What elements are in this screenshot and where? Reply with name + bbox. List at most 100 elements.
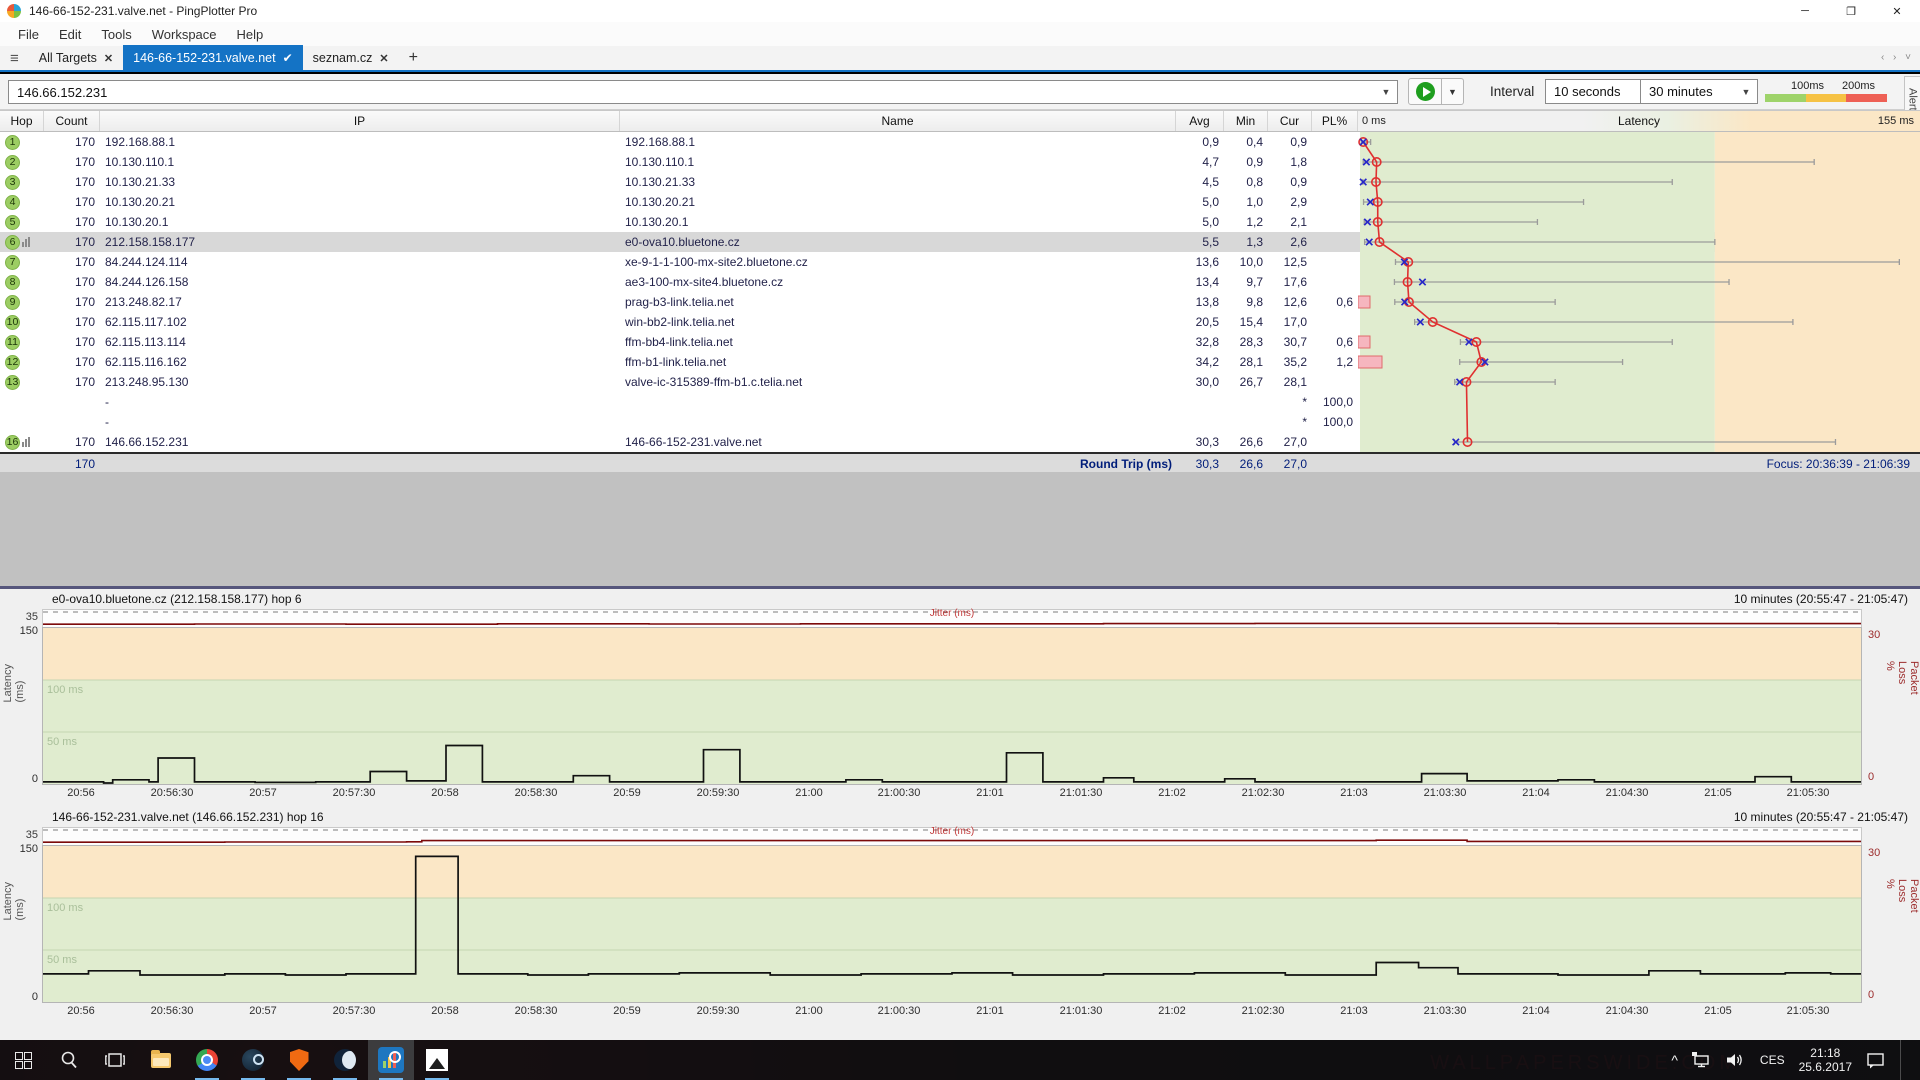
trace-table-header: HopCountIPNameAvgMinCurPL%0 msLatency155…: [0, 110, 1920, 132]
volume-icon[interactable]: [1726, 1052, 1746, 1068]
packet-loss-bar-hop-9: [1358, 296, 1370, 308]
taskbar-button-antivirus-shield[interactable]: [276, 1040, 322, 1080]
target-address-value[interactable]: 146.66.152.231: [9, 85, 1375, 100]
pingplotter-window: 146-66-152-231.valve.net - PingPlotter P…: [0, 0, 1920, 1080]
latency-axis-max: 150: [14, 843, 38, 855]
column-header-pl[interactable]: PL%: [1312, 111, 1358, 131]
minimize-button[interactable]: ─: [1782, 0, 1828, 22]
min-cell: [1224, 412, 1268, 432]
show-desktop-button[interactable]: [1900, 1040, 1906, 1080]
column-header-cur[interactable]: Cur: [1268, 111, 1312, 131]
column-header-latency[interactable]: 0 msLatency155 ms: [1358, 111, 1920, 131]
timeline-x-axis-hop6: 20:5620:56:3020:5720:57:3020:5820:58:302…: [42, 785, 1862, 801]
jitter-strip-hop16[interactable]: Jitter (ms): [42, 827, 1862, 845]
hop-cell: 1: [0, 132, 44, 152]
windows-taskbar: [0, 1040, 1920, 1080]
address-dropdown-arrow-icon[interactable]: ▼: [1375, 87, 1397, 97]
taskbar-button-daemon-tools[interactable]: [322, 1040, 368, 1080]
name-cell: 10.130.20.1: [620, 212, 1176, 232]
latency-scale-title: Latency: [1358, 114, 1920, 128]
jitter-trace-hop6: [43, 623, 1861, 624]
tab-seznam-cz[interactable]: seznam.cz✕: [303, 45, 399, 71]
hop-number-badge: 8: [5, 275, 20, 290]
x-tick-label: 20:58: [431, 1005, 459, 1017]
x-tick-label: 21:02:30: [1242, 787, 1285, 799]
tab-scroll-arrows[interactable]: ‹ › ˅: [1881, 52, 1914, 63]
avg-cell: 4,5: [1176, 172, 1224, 192]
photos-icon: [426, 1049, 448, 1071]
file-explorer-icon: [151, 1053, 171, 1068]
cur-cell: *: [1268, 412, 1312, 432]
x-tick-label: 21:01:30: [1060, 787, 1103, 799]
pl-cell: [1312, 252, 1358, 272]
tab-close-icon[interactable]: ✕: [104, 52, 113, 65]
menu-help[interactable]: Help: [227, 27, 274, 42]
chrome-icon: [196, 1049, 218, 1071]
timeline-plot-hop6[interactable]: 100 ms50 ms: [42, 627, 1862, 785]
column-header-hop[interactable]: Hop: [0, 111, 44, 131]
column-header-avg[interactable]: Avg: [1176, 111, 1224, 131]
column-header-name[interactable]: Name: [620, 111, 1176, 131]
min-cell: 0,4: [1224, 132, 1268, 152]
count-cell: 170: [44, 192, 100, 212]
taskbar-button-start[interactable]: [0, 1040, 46, 1080]
jitter-axis-label: Jitter (ms): [43, 826, 1861, 837]
cur-cell: 0,9: [1268, 172, 1312, 192]
new-tab-button[interactable]: +: [399, 49, 428, 67]
pl-cell: [1312, 192, 1358, 212]
pl-cell: [1312, 212, 1358, 232]
action-center-icon[interactable]: [1866, 1052, 1886, 1069]
hop-latency-graph[interactable]: [1358, 132, 1920, 452]
packet-loss-bar-hop-12: [1358, 356, 1382, 368]
tab-close-icon[interactable]: ✕: [379, 52, 388, 65]
tray-chevron-icon[interactable]: ^: [1671, 1052, 1678, 1068]
tab-label: All Targets: [39, 51, 97, 65]
x-tick-label: 20:56: [67, 787, 95, 799]
taskbar-button-photos[interactable]: [414, 1040, 460, 1080]
taskbar-button-steam[interactable]: [230, 1040, 276, 1080]
min-cell: 26,6: [1224, 432, 1268, 452]
packetloss-axis-max: 30: [1868, 629, 1880, 641]
column-header-count[interactable]: Count: [44, 111, 100, 131]
ip-cell: 10.130.110.1: [100, 152, 620, 172]
menu-file[interactable]: File: [8, 27, 49, 42]
legend-segment-2: [1846, 94, 1887, 102]
taskbar-button-pingplotter[interactable]: [368, 1040, 414, 1080]
tab-146-66-152-231-valve-net[interactable]: 146-66-152-231.valve.net✔: [123, 45, 303, 71]
close-button[interactable]: ✕: [1874, 0, 1920, 22]
avg-cell: 13,8: [1176, 292, 1224, 312]
count-cell: 170: [44, 132, 100, 152]
jitter-strip-hop6[interactable]: Jitter (ms): [42, 609, 1862, 627]
column-header-ip[interactable]: IP: [100, 111, 620, 131]
taskbar-button-search[interactable]: [46, 1040, 92, 1080]
maximize-button[interactable]: ❐: [1828, 0, 1874, 22]
x-tick-label: 21:01: [976, 1005, 1004, 1017]
count-cell: 170: [44, 332, 100, 352]
clock[interactable]: 21:18 25.6.2017: [1799, 1046, 1852, 1074]
taskbar-button-chrome[interactable]: [184, 1040, 230, 1080]
toolbar: 146.66.152.231 ▼ ▼ Interval 10 seconds ▼…: [0, 74, 1920, 110]
menu-workspace[interactable]: Workspace: [142, 27, 227, 42]
avg-cell: 4,7: [1176, 152, 1224, 172]
focus-select[interactable]: 30 minutes ▼: [1640, 79, 1758, 104]
tab-bar: ≡ All Targets ✕ 146-66-152-231.valve.net✔s…: [0, 46, 1920, 72]
column-header-min[interactable]: Min: [1224, 111, 1268, 131]
jitter-axis-max: 35: [22, 829, 38, 841]
menu-tools[interactable]: Tools: [91, 27, 141, 42]
name-cell: [620, 412, 1176, 432]
target-address-combobox[interactable]: 146.66.152.231 ▼: [8, 80, 1398, 104]
network-icon[interactable]: [1692, 1052, 1712, 1068]
start-trace-button[interactable]: [1408, 78, 1442, 105]
name-cell: 146-66-152-231.valve.net: [620, 432, 1176, 452]
tab-all-targets[interactable]: All Targets ✕: [29, 45, 123, 71]
start-options-dropdown[interactable]: ▼: [1442, 78, 1464, 105]
hamburger-icon[interactable]: ≡: [0, 50, 29, 67]
ip-cell: 10.130.20.1: [100, 212, 620, 232]
menu-edit[interactable]: Edit: [49, 27, 91, 42]
name-cell: ffm-b1-link.telia.net: [620, 352, 1176, 372]
taskbar-button-file-explorer[interactable]: [138, 1040, 184, 1080]
language-indicator[interactable]: CES: [1760, 1053, 1785, 1067]
timeline-plot-hop16[interactable]: 100 ms50 ms: [42, 845, 1862, 1003]
taskbar-button-task-view[interactable]: [92, 1040, 138, 1080]
hop-number-badge: 4: [5, 195, 20, 210]
